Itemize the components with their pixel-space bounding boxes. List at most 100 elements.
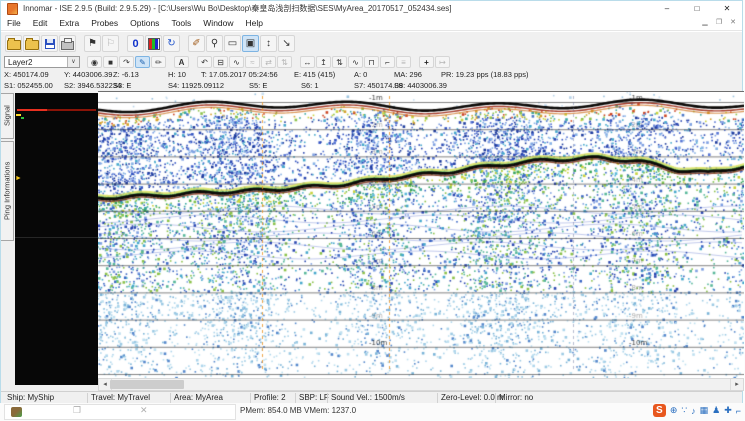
palette-button[interactable] — [145, 35, 162, 52]
menu-window[interactable]: Window — [197, 18, 239, 28]
pencil-tool-button[interactable]: ✎ — [135, 56, 150, 68]
print-button[interactable] — [59, 35, 76, 52]
scroll-right-button[interactable]: ▸ — [730, 379, 743, 390]
pin-button[interactable]: ⚑ — [84, 35, 101, 52]
pin-alt-button[interactable]: ⚐ — [102, 35, 119, 52]
status-s1: S1: 052455.00 — [4, 81, 53, 90]
color-swatch-button[interactable]: ■ — [103, 56, 118, 68]
open-file-button[interactable] — [5, 35, 22, 52]
draw-toolbar: Layer2 ∨ ◉ ■ ↷ ✎ ✏ A ↶ ⊟ ∿ ≈ ⇄ ⇅ ↔ ↥ ⇅ ∿… — [1, 55, 742, 69]
minimize-button[interactable]: – — [652, 1, 682, 16]
coord-status-row: X: 450174.09 Y: 4403006.39 Z: -6.13 H: 1… — [1, 69, 742, 80]
wave-tool-button[interactable]: ∿ — [348, 56, 363, 68]
app-pet-icon — [11, 407, 22, 417]
signal-panel[interactable]: ► — [15, 93, 98, 385]
menu-options[interactable]: Options — [124, 18, 165, 28]
statusbar-ship: Ship: MyShip — [7, 393, 54, 402]
move-tool-button[interactable]: + — [419, 56, 434, 68]
tab-ping-informations[interactable]: Ping Informations — [1, 141, 14, 241]
status-s6: S6: 1 — [301, 81, 319, 90]
undo-button[interactable]: ↶ — [197, 56, 212, 68]
layer-select[interactable]: Layer2 ∨ — [4, 56, 80, 68]
pen-tool-button[interactable]: ✏ — [151, 56, 166, 68]
top-align-button[interactable]: ↥ — [316, 56, 331, 68]
save-icon — [45, 39, 55, 49]
close-button[interactable]: ✕ — [712, 1, 742, 16]
echogram-canvas[interactable] — [98, 91, 744, 378]
person-icon[interactable]: ♟ — [712, 405, 720, 416]
profile-view: Signal Ping Informations ► ◂ ▸ — [1, 91, 742, 391]
status-a: A: 0 — [354, 70, 367, 79]
menu-bar: File Edit Extra Probes Options Tools Win… — [1, 16, 742, 31]
input-mode-icon[interactable]: ⊕ — [670, 405, 678, 416]
visibility-button[interactable]: ◉ — [87, 56, 102, 68]
status-pr: PR: 19.23 pps (18.83 pps) — [441, 70, 529, 79]
scrollbar-thumb[interactable] — [110, 380, 184, 389]
miniwin-close-button[interactable]: ✕ — [140, 405, 148, 416]
pan-button[interactable]: ↘ — [278, 35, 295, 52]
main-toolbar: ⚑ ⚐ 0 ↻ ✐ ⚲ ▭ ▣ ↕ ↘ — [1, 32, 742, 55]
statusbar-travel: Travel: MyTravel — [91, 393, 150, 402]
mdi-restore-button[interactable]: ❐ — [714, 18, 724, 26]
mdi-minimize-button[interactable]: ▁ — [700, 18, 710, 26]
status-h: H: 10 — [168, 70, 186, 79]
printer-icon — [61, 41, 74, 50]
menu-help[interactable]: Help — [240, 18, 269, 28]
mic-icon[interactable]: ♪ — [691, 406, 696, 416]
status-s3: S3: E — [113, 81, 131, 90]
tab-signal[interactable]: Signal — [1, 93, 14, 139]
status-t: T: 17.05.2017 05:24:56 — [201, 70, 278, 79]
frame-button[interactable]: ▭ — [224, 35, 241, 52]
chevron-down-icon: ∨ — [67, 57, 79, 67]
statusbar-soundvel: Sound Vel.: 1500m/s — [331, 393, 405, 402]
status-y: Y: 4403006.39 — [64, 70, 112, 79]
next-tool-button[interactable]: ↦ — [435, 56, 450, 68]
curve-tool-button[interactable]: ↷ — [119, 56, 134, 68]
keyboard-icon[interactable]: ▦ — [700, 405, 709, 416]
vertical-fit-button[interactable]: ↕ — [260, 35, 277, 52]
statusbar-mirror: Mirror: no — [499, 393, 533, 402]
status-s8: S8: 4403006.39 — [394, 81, 447, 90]
open-next-button[interactable] — [23, 35, 40, 52]
wrench-icon[interactable]: ⌐ — [736, 406, 741, 416]
voice-icon[interactable]: ∵ — [681, 405, 687, 416]
save-button[interactable] — [41, 35, 58, 52]
miniwin-restore-button[interactable]: ❐ — [73, 405, 81, 416]
text-tool-button[interactable]: A — [174, 56, 189, 68]
zoom-button[interactable]: ⚲ — [206, 35, 223, 52]
refresh-button[interactable]: ↻ — [163, 35, 180, 52]
status-ma: MA: 296 — [394, 70, 422, 79]
status-z: Z: -6.13 — [113, 70, 139, 79]
menu-edit[interactable]: Edit — [27, 18, 54, 28]
folder-icon — [25, 40, 39, 50]
menu-probes[interactable]: Probes — [85, 18, 124, 28]
status-x: X: 450174.09 — [4, 70, 49, 79]
sogou-logo-icon[interactable]: S — [653, 404, 666, 417]
box-tool-button[interactable]: ⊓ — [364, 56, 379, 68]
mdi-close-button[interactable]: ✕ — [728, 18, 738, 26]
link-tool-button[interactable]: ≈ — [245, 56, 260, 68]
memory-status: PMem: 854.0 MB VMem: 1237.0 — [240, 406, 356, 415]
signal-trace — [17, 109, 47, 111]
statusbar-sbp: SBP: LF — [299, 393, 329, 402]
maximize-button[interactable]: □ — [682, 1, 712, 16]
span-align-button[interactable]: ⇅ — [332, 56, 347, 68]
info-button[interactable]: 0 — [127, 35, 144, 52]
swap-tool-button[interactable]: ⇄ — [261, 56, 276, 68]
skin-icon[interactable]: ✚ — [724, 405, 732, 416]
menu-tools[interactable]: Tools — [165, 18, 197, 28]
measure-button[interactable]: ✐ — [188, 35, 205, 52]
color-palette-icon — [148, 38, 160, 50]
window-view-button[interactable]: ▣ — [242, 35, 259, 52]
menu-file[interactable]: File — [1, 18, 27, 28]
lock-tool-button[interactable]: ≡ — [396, 56, 411, 68]
smooth-tool-button[interactable]: ∿ — [229, 56, 244, 68]
corner-tool-button[interactable]: ⌐ — [380, 56, 395, 68]
delete-annotation-button[interactable]: ⊟ — [213, 56, 228, 68]
width-tool-button[interactable]: ↔ — [300, 56, 315, 68]
horizontal-scrollbar[interactable]: ◂ ▸ — [98, 378, 744, 391]
merge-tool-button[interactable]: ⇅ — [277, 56, 292, 68]
input-method-toolbar: S ⊕ ∵ ♪ ▦ ♟ ✚ ⌐ — [653, 404, 741, 417]
menu-extra[interactable]: Extra — [53, 18, 85, 28]
status-s5: S5: E — [249, 81, 267, 90]
